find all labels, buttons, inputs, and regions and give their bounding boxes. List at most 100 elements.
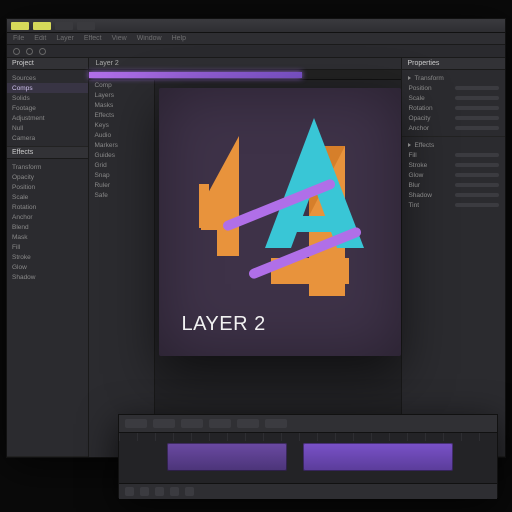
list-item[interactable]: Fill	[7, 242, 88, 252]
toolbar	[7, 45, 505, 58]
property-row[interactable]: Rotation	[402, 103, 505, 113]
canvas-label: LAYER 2	[181, 313, 265, 336]
titlebar-swatch	[55, 22, 73, 30]
timeline-tracks[interactable]	[119, 433, 497, 483]
footer-button[interactable]	[155, 487, 164, 496]
panel-header-properties: Properties	[402, 58, 505, 70]
list-item[interactable]: Shadow	[7, 272, 88, 282]
footer-button[interactable]	[140, 487, 149, 496]
group-header[interactable]: Effects	[402, 140, 505, 150]
list-item[interactable]: Guides	[89, 150, 154, 160]
panel-header-project: Project	[7, 58, 88, 70]
time-ruler	[119, 433, 497, 441]
timeline-chip[interactable]	[237, 419, 259, 428]
progress-bar[interactable]	[89, 70, 401, 80]
right-panel: Properties Transform Position Scale Rota…	[401, 58, 505, 457]
list-item[interactable]: Stroke	[7, 252, 88, 262]
property-row[interactable]: Fill	[402, 150, 505, 160]
timeline-chip[interactable]	[181, 419, 203, 428]
titlebar	[7, 19, 505, 33]
menu-item[interactable]: View	[112, 35, 127, 42]
titlebar-swatch	[77, 22, 95, 30]
menu-item[interactable]: Window	[137, 35, 162, 42]
menu-item[interactable]: File	[13, 35, 24, 42]
property-row[interactable]: Anchor	[402, 123, 505, 133]
property-row[interactable]: Shadow	[402, 190, 505, 200]
list-item[interactable]: Null	[7, 123, 88, 133]
panel-header-effects: Effects	[7, 147, 88, 159]
list-item[interactable]: Layers	[89, 90, 154, 100]
property-row[interactable]: Opacity	[402, 113, 505, 123]
footer-button[interactable]	[185, 487, 194, 496]
menubar: File Edit Layer Effect View Window Help	[7, 33, 505, 45]
list-item[interactable]: Comps	[7, 83, 88, 93]
list-item[interactable]: Markers	[89, 140, 154, 150]
list-item[interactable]: Anchor	[7, 212, 88, 222]
list-item[interactable]: Sources	[7, 73, 88, 83]
left-panel: Project Sources Comps Solids Footage Adj…	[7, 58, 89, 457]
project-section: Sources Comps Solids Footage Adjustment …	[7, 70, 88, 147]
list-item[interactable]: Keys	[89, 120, 154, 130]
property-row[interactable]: Tint	[402, 200, 505, 210]
list-item[interactable]: Safe	[89, 190, 154, 200]
timeline-clip[interactable]	[303, 443, 453, 471]
list-item[interactable]: Snap	[89, 170, 154, 180]
tool-button[interactable]	[39, 48, 46, 55]
list-item[interactable]: Position	[7, 182, 88, 192]
footer-button[interactable]	[170, 487, 179, 496]
list-item[interactable]: Glow	[7, 262, 88, 272]
list-item[interactable]: Grid	[89, 160, 154, 170]
list-item[interactable]: Blend	[7, 222, 88, 232]
list-item[interactable]: Comp	[89, 80, 154, 90]
titlebar-swatch	[33, 22, 51, 30]
property-row[interactable]: Scale	[402, 93, 505, 103]
menu-item[interactable]: Layer	[56, 35, 74, 42]
list-item[interactable]: Masks	[89, 100, 154, 110]
property-row[interactable]: Blur	[402, 180, 505, 190]
center-panel: Layer 2 Comp Layers Masks Effects Keys A…	[89, 58, 401, 457]
effects-section: Transform Opacity Position Scale Rotatio…	[7, 159, 88, 457]
group-header[interactable]: Transform	[402, 73, 505, 83]
disclosure-icon	[408, 76, 411, 80]
list-item[interactable]: Ruler	[89, 180, 154, 190]
timeline-clip[interactable]	[167, 443, 287, 471]
list-item[interactable]: Scale	[7, 192, 88, 202]
composition-tabs: Layer 2	[89, 58, 401, 70]
tool-button[interactable]	[13, 48, 20, 55]
list-item[interactable]: Audio	[89, 130, 154, 140]
menu-item[interactable]: Effect	[84, 35, 102, 42]
canvas-viewport[interactable]: LAYER 2	[155, 80, 401, 457]
content-area: Project Sources Comps Solids Footage Adj…	[7, 58, 505, 457]
timeline-chip[interactable]	[125, 419, 147, 428]
timeline-window	[118, 414, 498, 498]
group-effects: Effects Fill Stroke Glow Blur Shadow Tin…	[402, 137, 505, 457]
list-item[interactable]: Rotation	[7, 202, 88, 212]
list-item[interactable]: Transform	[7, 162, 88, 172]
timeline-chip[interactable]	[209, 419, 231, 428]
timeline-footer	[119, 483, 497, 499]
progress-fill	[89, 72, 301, 78]
titlebar-swatch	[11, 22, 29, 30]
mid-sidebar: Comp Layers Masks Effects Keys Audio Mar…	[89, 80, 155, 457]
timeline-chip[interactable]	[265, 419, 287, 428]
property-row[interactable]: Position	[402, 83, 505, 93]
disclosure-icon	[408, 143, 411, 147]
list-item[interactable]: Adjustment	[7, 113, 88, 123]
menu-item[interactable]: Edit	[34, 35, 46, 42]
list-item[interactable]: Effects	[89, 110, 154, 120]
list-item[interactable]: Solids	[7, 93, 88, 103]
list-item[interactable]: Camera	[7, 133, 88, 143]
list-item[interactable]: Mask	[7, 232, 88, 242]
list-item[interactable]: Footage	[7, 103, 88, 113]
menu-item[interactable]: Help	[172, 35, 186, 42]
tool-button[interactable]	[26, 48, 33, 55]
timeline-chip[interactable]	[153, 419, 175, 428]
tab-label[interactable]: Layer 2	[95, 60, 118, 67]
group-transform: Transform Position Scale Rotation Opacit…	[402, 70, 505, 137]
composition-canvas[interactable]: LAYER 2	[159, 88, 401, 356]
timeline-toolbar	[119, 415, 497, 433]
property-row[interactable]: Stroke	[402, 160, 505, 170]
footer-button[interactable]	[125, 487, 134, 496]
property-row[interactable]: Glow	[402, 170, 505, 180]
list-item[interactable]: Opacity	[7, 172, 88, 182]
